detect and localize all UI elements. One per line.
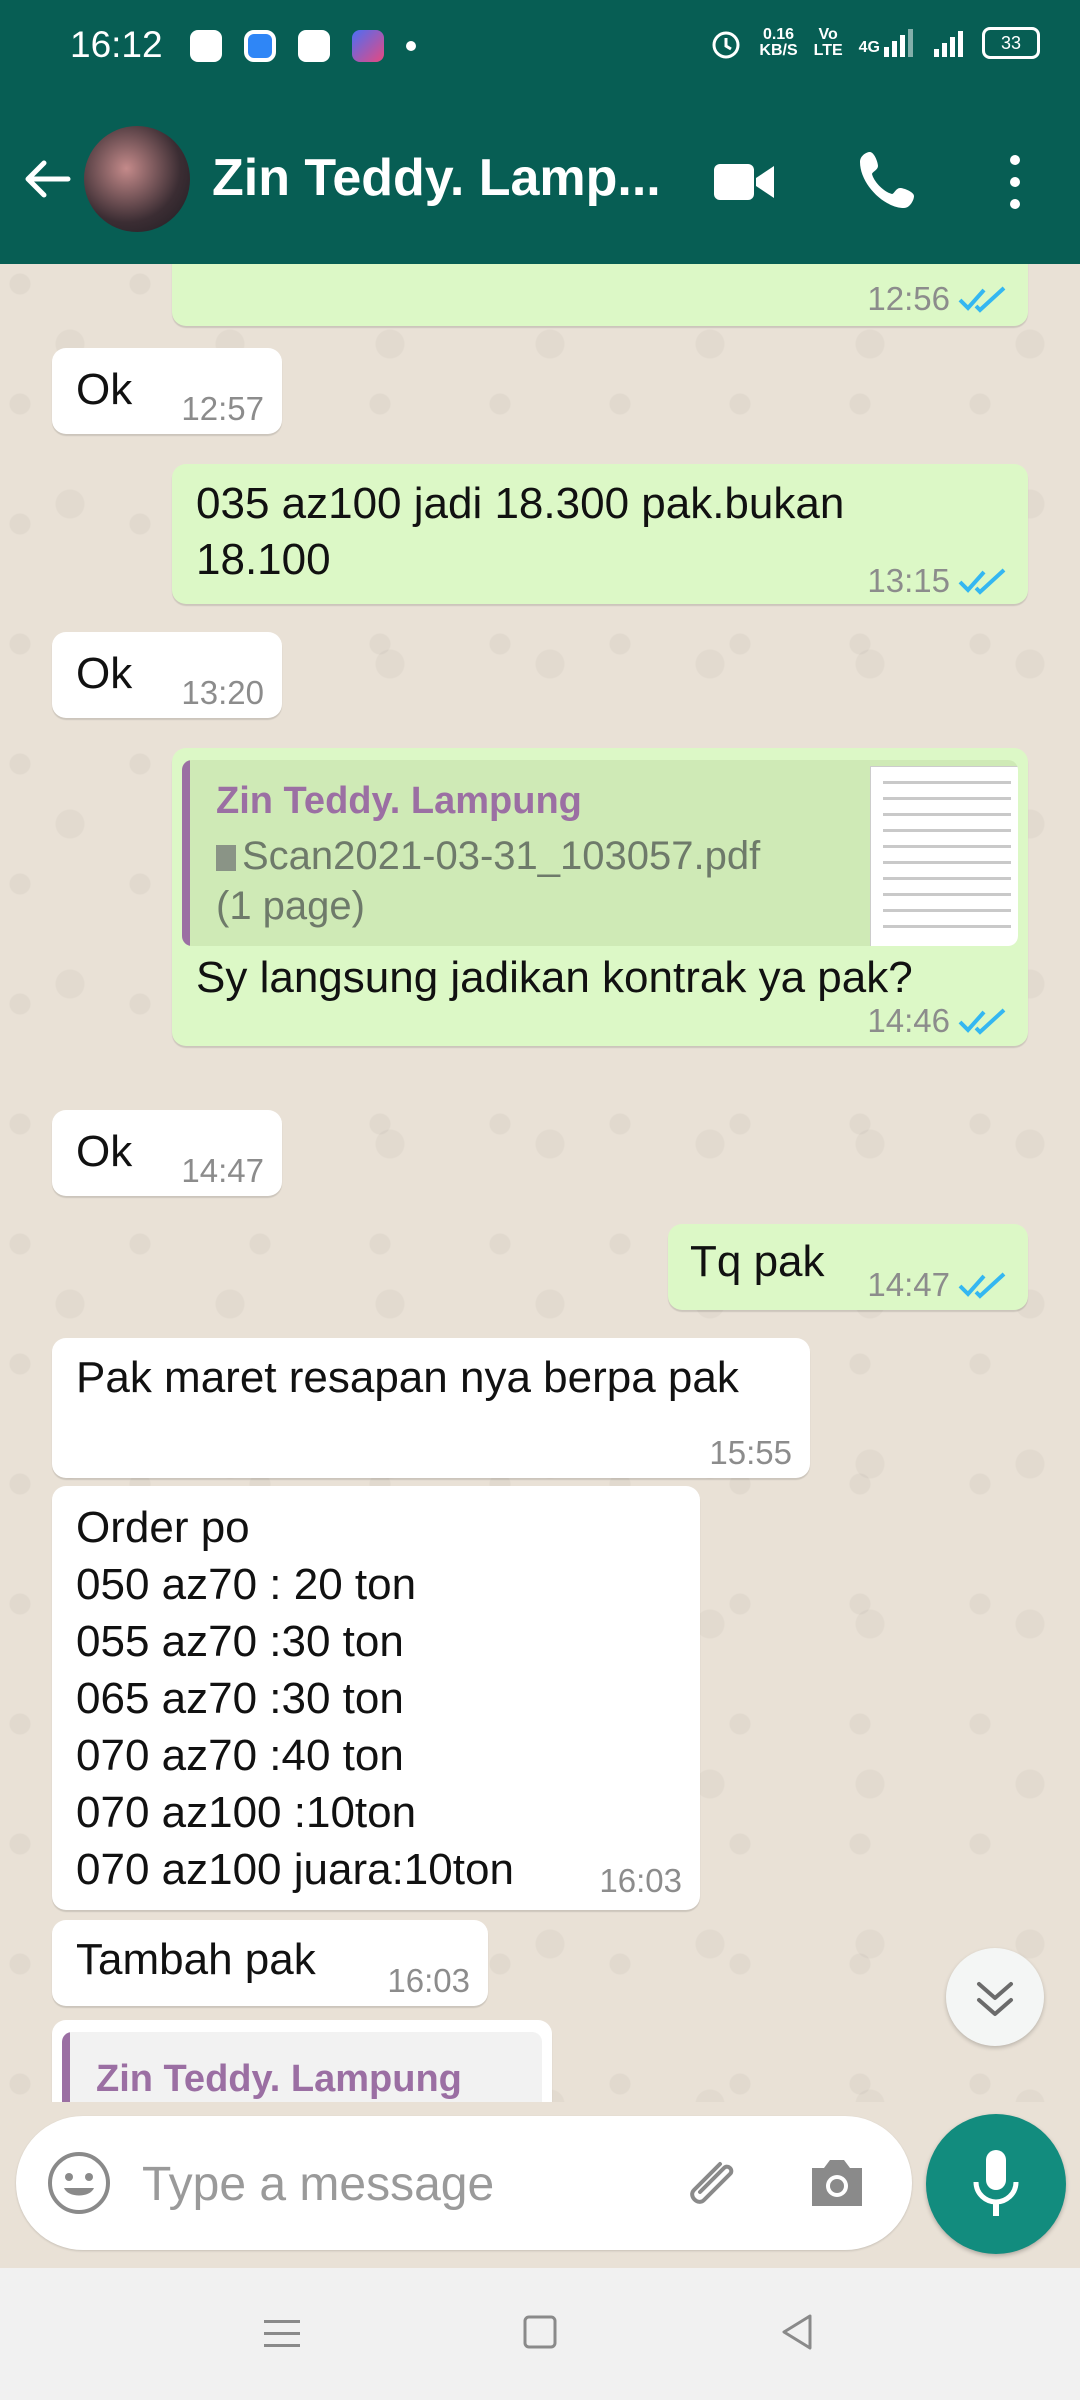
status-indicators: 0.16 KB/S Vo LTE 4G 33 — [709, 26, 1040, 60]
incoming-message[interactable]: Ok 12:57 — [52, 348, 282, 434]
contact-avatar[interactable] — [84, 126, 190, 232]
message-text: Ok — [76, 365, 133, 414]
volte-indicator: Vo LTE — [814, 27, 843, 59]
more-notifications-icon — [406, 41, 416, 51]
battery-indicator: 33 — [982, 27, 1040, 59]
incoming-message[interactable]: Tambah pak 16:03 — [52, 1920, 488, 2006]
message-text: Sy langsung jadikan kontrak ya pak? — [196, 953, 913, 1002]
message-line: 050 az70 : 20 ton — [76, 1560, 417, 1609]
message-composer — [16, 2116, 912, 2250]
mobile-data-signal: 4G — [859, 29, 916, 57]
more-options-icon[interactable] — [1000, 150, 1030, 214]
attachment-icon[interactable] — [676, 2150, 742, 2216]
scroll-to-bottom-button[interactable] — [946, 1948, 1044, 2046]
status-bar: 16:12 0.16 KB/S Vo LTE 4G 33 — [0, 0, 1080, 96]
quoted-file-name: Scan2021-03-31_103057.pdf — [242, 834, 761, 878]
read-receipt-icon — [958, 1272, 1006, 1299]
status-time: 16:12 — [70, 24, 163, 65]
document-icon — [216, 845, 236, 872]
message-text: Ok — [76, 649, 133, 698]
read-receipt-icon — [958, 1008, 1006, 1035]
network-speed: 0.16 KB/S — [759, 27, 797, 59]
incoming-message[interactable]: Ok 14:47 — [52, 1110, 282, 1196]
quoted-file-row: Scan2021-03-31_103057.pdf — [216, 834, 760, 879]
message-meta: 13:15 — [867, 562, 1008, 600]
message-meta: 12:56 — [867, 280, 1008, 318]
chat-header: Zin Teddy. Lamp... — [0, 96, 1080, 264]
document-thumbnail — [870, 766, 1018, 946]
camera-icon[interactable] — [806, 2154, 868, 2212]
recent-apps-icon[interactable] — [262, 2316, 302, 2352]
message-time: 12:57 — [181, 390, 264, 427]
video-call-icon[interactable] — [712, 158, 776, 206]
message-text: Ok — [76, 1127, 133, 1176]
emoji-icon[interactable] — [46, 2150, 112, 2216]
message-time: 13:20 — [181, 674, 264, 711]
microphone-icon — [973, 2150, 1019, 2216]
quoted-page-count: (1 page) — [216, 884, 365, 928]
outgoing-reply-message[interactable]: Zin Teddy. Lampung Scan2021-03-31_103057… — [172, 748, 1028, 1046]
alarm-icon — [712, 31, 740, 59]
network-type: 4G — [858, 39, 880, 56]
voice-message-button[interactable] — [926, 2114, 1066, 2254]
incoming-message[interactable]: Pak maret resapan nya berpa pak 15:55 — [52, 1338, 810, 1478]
message-time: 13:15 — [867, 562, 950, 599]
message-text: Tq pak — [690, 1237, 825, 1286]
signal-icon — [884, 29, 913, 57]
incoming-message[interactable]: Ok 13:20 — [52, 632, 282, 718]
home-icon[interactable] — [522, 2314, 558, 2350]
quoted-document[interactable]: Zin Teddy. Lampung Scan2021-03-31_103057… — [182, 760, 1018, 946]
read-receipt-icon — [958, 286, 1006, 313]
message-time: 14:47 — [867, 1266, 950, 1303]
app-notification-icon — [244, 30, 276, 62]
message-text: Pak maret resapan nya berpa pak — [76, 1353, 739, 1402]
incoming-reply-message[interactable]: Zin Teddy. Lampung — [52, 2020, 552, 2102]
contact-name[interactable]: Zin Teddy. Lamp... — [212, 148, 661, 208]
incoming-message[interactable]: Order po 050 az70 : 20 ton 055 az70 :30 … — [52, 1486, 700, 1910]
message-line: 070 az100 juara:10ton — [76, 1845, 514, 1894]
message-meta: 14:47 — [867, 1266, 1008, 1304]
message-time: 16:03 — [387, 1962, 470, 1999]
outgoing-message[interactable]: 035 az100 jadi 18.300 pak.bukan 18.100 1… — [172, 464, 1028, 604]
quoted-sender-name: Zin Teddy. Lampung — [216, 780, 582, 822]
read-receipt-icon — [958, 568, 1006, 595]
voice-call-icon[interactable] — [856, 148, 920, 212]
signal-icon-2 — [934, 31, 963, 57]
back-arrow-icon[interactable] — [20, 152, 74, 206]
system-navigation-bar — [0, 2268, 1080, 2400]
outgoing-message[interactable]: Tq pak 14:47 — [668, 1224, 1028, 1310]
message-line: 070 az70 :40 ton — [76, 1731, 404, 1780]
app-notification-icon — [190, 30, 222, 62]
message-time: 14:46 — [867, 1002, 950, 1039]
double-chevron-down-icon — [977, 1982, 1013, 2016]
network-speed-value: 0.16 — [762, 26, 795, 43]
network-speed-unit: KB/S — [759, 42, 798, 59]
quoted-message[interactable]: Zin Teddy. Lampung — [62, 2032, 542, 2102]
message-line: 055 az70 :30 ton — [76, 1617, 404, 1666]
message-time: 16:03 — [599, 1862, 682, 1899]
message-line: 070 az100 :10ton — [76, 1788, 417, 1837]
outgoing-message[interactable]: 12:56 — [172, 264, 1028, 326]
app-notification-icon — [298, 30, 330, 62]
quoted-sender-name: Zin Teddy. Lampung — [96, 2058, 462, 2100]
quote-accent-bar — [62, 2032, 70, 2102]
message-line: 18.100 — [196, 535, 331, 584]
message-meta: 14:46 — [867, 1002, 1008, 1040]
message-time: 14:47 — [181, 1152, 264, 1189]
message-time: 15:55 — [709, 1434, 792, 1471]
message-text: Tambah pak — [76, 1935, 316, 1984]
message-input[interactable] — [140, 2144, 664, 2224]
volte-top: Vo — [818, 26, 838, 43]
message-line: 065 az70 :30 ton — [76, 1674, 404, 1723]
notification-icons — [190, 30, 416, 62]
message-line: 035 az100 jadi 18.300 pak.bukan — [196, 479, 845, 528]
message-line: Order po — [76, 1503, 250, 1552]
message-time: 12:56 — [867, 280, 950, 317]
chat-messages[interactable]: 12:56 Ok 12:57 035 az100 jadi 18.300 pak… — [0, 264, 1080, 2102]
back-triangle-icon[interactable] — [778, 2312, 816, 2352]
app-notification-icon — [352, 30, 384, 62]
volte-bottom: LTE — [813, 42, 843, 59]
quote-accent-bar — [182, 760, 190, 946]
